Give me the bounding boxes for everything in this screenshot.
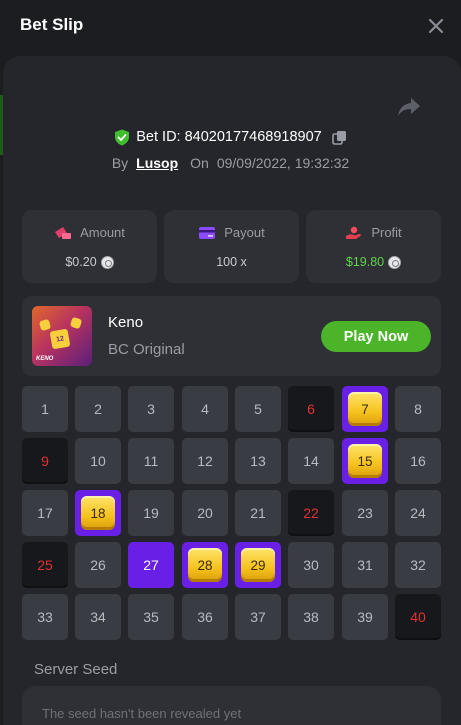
on-label: On xyxy=(190,155,209,171)
close-icon[interactable] xyxy=(426,16,446,36)
keno-cell-normal: 36 xyxy=(182,594,228,640)
keno-cell-hit: 29 xyxy=(235,542,281,588)
amount-label: Amount xyxy=(80,225,125,240)
profit-value: $19.80 xyxy=(345,255,385,269)
keno-cell-normal: 2 xyxy=(75,386,121,432)
share-icon[interactable] xyxy=(396,96,422,118)
server-seed-box: The seed hasn't been revealed yet xyxy=(22,686,441,725)
server-seed-text: The seed hasn't been revealed yet xyxy=(42,706,242,721)
amount-label-row: Amount xyxy=(22,225,157,240)
play-now-button[interactable]: Play Now xyxy=(321,321,431,352)
keno-cell-normal: 21 xyxy=(235,490,281,536)
gem-tile: 28 xyxy=(188,548,222,582)
gem-tile: 18 xyxy=(81,496,115,530)
payout-value-row: 100 x xyxy=(164,255,299,269)
keno-cell-normal: 30 xyxy=(288,542,334,588)
keno-cell-normal: 38 xyxy=(288,594,334,640)
keno-cell-normal: 1 xyxy=(22,386,68,432)
by-label: By xyxy=(111,155,129,171)
keno-cell-normal: 20 xyxy=(182,490,228,536)
thumb-tile xyxy=(38,318,52,332)
profit-label: Profit xyxy=(371,225,402,240)
keno-cell-pick: 27 xyxy=(128,542,174,588)
payout-label-row: Payout xyxy=(164,225,299,240)
game-name: Keno xyxy=(108,314,144,331)
amount-card: Amount $0.20 xyxy=(22,210,157,283)
keno-cell-normal: 32 xyxy=(395,542,441,588)
server-seed-title: Server Seed xyxy=(34,661,118,678)
keno-cell-normal: 34 xyxy=(75,594,121,640)
keno-cell-miss: 6 xyxy=(288,386,334,432)
game-card: 12 KENO Keno BC Original Play Now xyxy=(22,296,441,376)
keno-cell-normal: 37 xyxy=(235,594,281,640)
gem-tile: 29 xyxy=(241,548,275,582)
amount-value: $0.20 xyxy=(65,255,97,269)
keno-cell-normal: 31 xyxy=(342,542,388,588)
profit-card: Profit $19.80 xyxy=(306,210,441,283)
amount-value-row: $0.20 xyxy=(22,255,157,269)
thumb-tile-main: 12 xyxy=(49,328,71,350)
keno-cell-normal: 13 xyxy=(235,438,281,484)
money-icon xyxy=(55,226,72,239)
thumb-tile xyxy=(69,316,83,330)
keno-cell-miss: 9 xyxy=(22,438,68,484)
keno-cell-miss: 25 xyxy=(22,542,68,588)
coin-icon xyxy=(100,255,114,269)
bet-datetime: 09/09/2022, 19:32:32 xyxy=(216,155,350,171)
keno-cell-normal: 8 xyxy=(395,386,441,432)
keno-cell-normal: 17 xyxy=(22,490,68,536)
keno-cell-normal: 39 xyxy=(342,594,388,640)
keno-cell-normal: 4 xyxy=(182,386,228,432)
thumb-caption: KENO xyxy=(36,356,54,362)
keno-cell-normal: 23 xyxy=(342,490,388,536)
bet-id-text: Bet ID: 84020177468918907 xyxy=(136,129,322,145)
keno-cell-normal: 26 xyxy=(75,542,121,588)
game-subtitle: BC Original xyxy=(108,341,185,358)
keno-cell-normal: 16 xyxy=(395,438,441,484)
keno-cell-normal: 11 xyxy=(128,438,174,484)
profit-value-row: $19.80 xyxy=(306,255,441,269)
bet-id-row: Bet ID: 84020177468918907 xyxy=(0,126,461,148)
keno-cell-hit: 7 xyxy=(342,386,388,432)
copy-icon[interactable] xyxy=(331,130,347,145)
keno-cell-normal: 12 xyxy=(182,438,228,484)
keno-cell-normal: 10 xyxy=(75,438,121,484)
modal-header: Bet Slip xyxy=(0,0,461,52)
gem-tile: 7 xyxy=(348,392,382,426)
card-icon xyxy=(199,226,216,239)
keno-cell-normal: 3 xyxy=(128,386,174,432)
keno-cell-miss: 40 xyxy=(395,594,441,640)
keno-cell-hit: 15 xyxy=(342,438,388,484)
keno-cell-hit: 28 xyxy=(182,542,228,588)
keno-thumbnail[interactable]: 12 KENO xyxy=(32,306,92,366)
hand-coin-icon xyxy=(346,226,362,239)
keno-cell-normal: 14 xyxy=(288,438,334,484)
gem-tile: 15 xyxy=(348,444,382,478)
keno-cell-miss: 22 xyxy=(288,490,334,536)
keno-cell-normal: 33 xyxy=(22,594,68,640)
payout-label: Payout xyxy=(224,225,265,240)
modal-title: Bet Slip xyxy=(20,15,84,34)
keno-cell-normal: 5 xyxy=(235,386,281,432)
keno-cell-hit: 18 xyxy=(75,490,121,536)
bet-meta-row: By Lusop On 09/09/2022, 19:32:32 xyxy=(0,152,461,174)
keno-cell-normal: 24 xyxy=(395,490,441,536)
keno-cell-normal: 19 xyxy=(128,490,174,536)
verified-shield-icon xyxy=(115,129,130,145)
payout-value: 100 x xyxy=(216,255,247,269)
coin-icon xyxy=(388,255,402,269)
profit-label-row: Profit xyxy=(306,225,441,240)
payout-card: Payout 100 x xyxy=(164,210,299,283)
keno-cell-normal: 35 xyxy=(128,594,174,640)
user-link[interactable]: Lusop xyxy=(136,155,178,171)
